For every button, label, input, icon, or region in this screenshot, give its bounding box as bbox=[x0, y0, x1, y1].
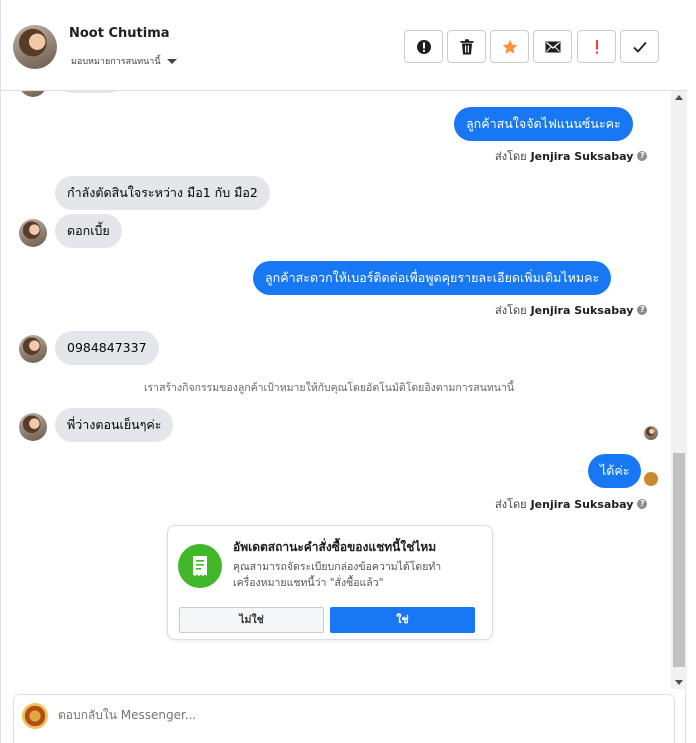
contact-avatar-small bbox=[19, 335, 47, 363]
contact-avatar-small bbox=[19, 219, 47, 247]
incoming-message: 0984847337 bbox=[55, 331, 159, 365]
outgoing-message: ลูกค้าสะดวกให้เบอร์ติดต่อเพื่อพูดคุยรายล… bbox=[253, 261, 612, 295]
delete-button[interactable] bbox=[447, 30, 486, 63]
card-description: คุณสามารถจัดระเบียบกล่องข้อความได้โดยทำเ… bbox=[233, 561, 442, 589]
scroll-up-arrow-icon[interactable] bbox=[675, 95, 683, 100]
assign-conversation-dropdown[interactable]: มอบหมายการสนทนานี้ bbox=[71, 54, 177, 68]
sent-by-label: ส่งโดย Jenjira Suksabay? bbox=[495, 147, 648, 165]
saved-replies-icon[interactable] bbox=[608, 735, 626, 743]
reply-input[interactable] bbox=[58, 708, 618, 722]
message-bubble-clipped bbox=[55, 91, 125, 93]
chat-scrollbar[interactable] bbox=[671, 91, 687, 689]
outgoing-message: ลูกค้าสนใจจัดไฟแนนซ์นะคะ bbox=[454, 107, 633, 141]
incoming-message: พี่ว่างตอนเย็นๆค่ะ bbox=[55, 408, 174, 442]
assign-label: มอบหมายการสนทนานี้ bbox=[71, 57, 161, 67]
send-icon[interactable] bbox=[640, 735, 658, 743]
conversation-header: Noot Chutima มอบหมายการสนทนานี้ bbox=[1, 0, 687, 91]
contact-avatar-small bbox=[19, 91, 47, 97]
yes-button[interactable]: ใช่ bbox=[330, 607, 475, 633]
mark-spam-button[interactable] bbox=[404, 30, 443, 63]
incoming-message: ดอกเบี้ย bbox=[55, 214, 122, 248]
receipt-icon bbox=[178, 544, 222, 588]
incoming-message: กำลังตัดสินใจระหว่าง มือ1 กับ มือ2 bbox=[55, 176, 270, 210]
no-button[interactable]: ไม่ใช่ bbox=[179, 607, 324, 633]
envelope-icon bbox=[545, 41, 560, 52]
caret-down-icon bbox=[166, 58, 177, 64]
contact-name[interactable]: Noot Chutima bbox=[69, 26, 170, 41]
help-icon[interactable]: ? bbox=[637, 499, 648, 509]
help-icon[interactable]: ? bbox=[637, 151, 648, 161]
exclamation-icon bbox=[595, 39, 598, 54]
agent-avatar bbox=[644, 472, 658, 486]
like-icon[interactable] bbox=[480, 735, 498, 743]
image-icon[interactable] bbox=[544, 735, 562, 743]
card-title: อัพเดตสถานะคำสั่งซื้อของแชทนี้ใช่ไหม bbox=[233, 540, 437, 554]
composer-toolbar bbox=[480, 735, 658, 743]
mark-done-button[interactable] bbox=[620, 30, 659, 63]
star-icon bbox=[502, 39, 517, 54]
exclamation-circle-icon bbox=[416, 39, 431, 54]
seen-avatar bbox=[644, 426, 658, 440]
page-avatar bbox=[22, 703, 48, 729]
sent-by-label: ส่งโดย Jenjira Suksabay? bbox=[495, 301, 648, 319]
follow-up-button[interactable] bbox=[577, 30, 616, 63]
reply-composer bbox=[13, 694, 675, 743]
contact-avatar[interactable] bbox=[13, 25, 57, 69]
sent-by-label: ส่งโดย Jenjira Suksabay? bbox=[495, 495, 648, 513]
conversation-panel: Noot Chutima มอบหมายการสนทนานี้ ลูกค้าสน… bbox=[0, 0, 687, 743]
checkmark-icon bbox=[632, 41, 647, 53]
attach-icon[interactable] bbox=[512, 735, 530, 743]
order-status-card: อัพเดตสถานะคำสั่งซื้อของแชทนี้ใช่ไหม คุณ… bbox=[167, 525, 493, 640]
help-icon[interactable]: ? bbox=[637, 305, 648, 315]
contact-avatar-small bbox=[19, 413, 47, 441]
scroll-down-arrow-icon[interactable] bbox=[675, 680, 683, 685]
system-note: เราสร้างกิจกรรมของลูกค้าเป้าหมายให้กับคุ… bbox=[143, 382, 515, 394]
outgoing-message: ได้ค่ะ bbox=[588, 454, 642, 488]
emoji-icon[interactable] bbox=[576, 735, 594, 743]
trash-icon bbox=[460, 38, 473, 54]
mark-unread-button[interactable] bbox=[533, 30, 572, 63]
message-list: ลูกค้าสนใจจัดไฟแนนซ์นะคะ ส่งโดย Jenjira S… bbox=[1, 91, 687, 689]
scroll-thumb[interactable] bbox=[673, 453, 685, 667]
star-button[interactable] bbox=[490, 30, 529, 63]
